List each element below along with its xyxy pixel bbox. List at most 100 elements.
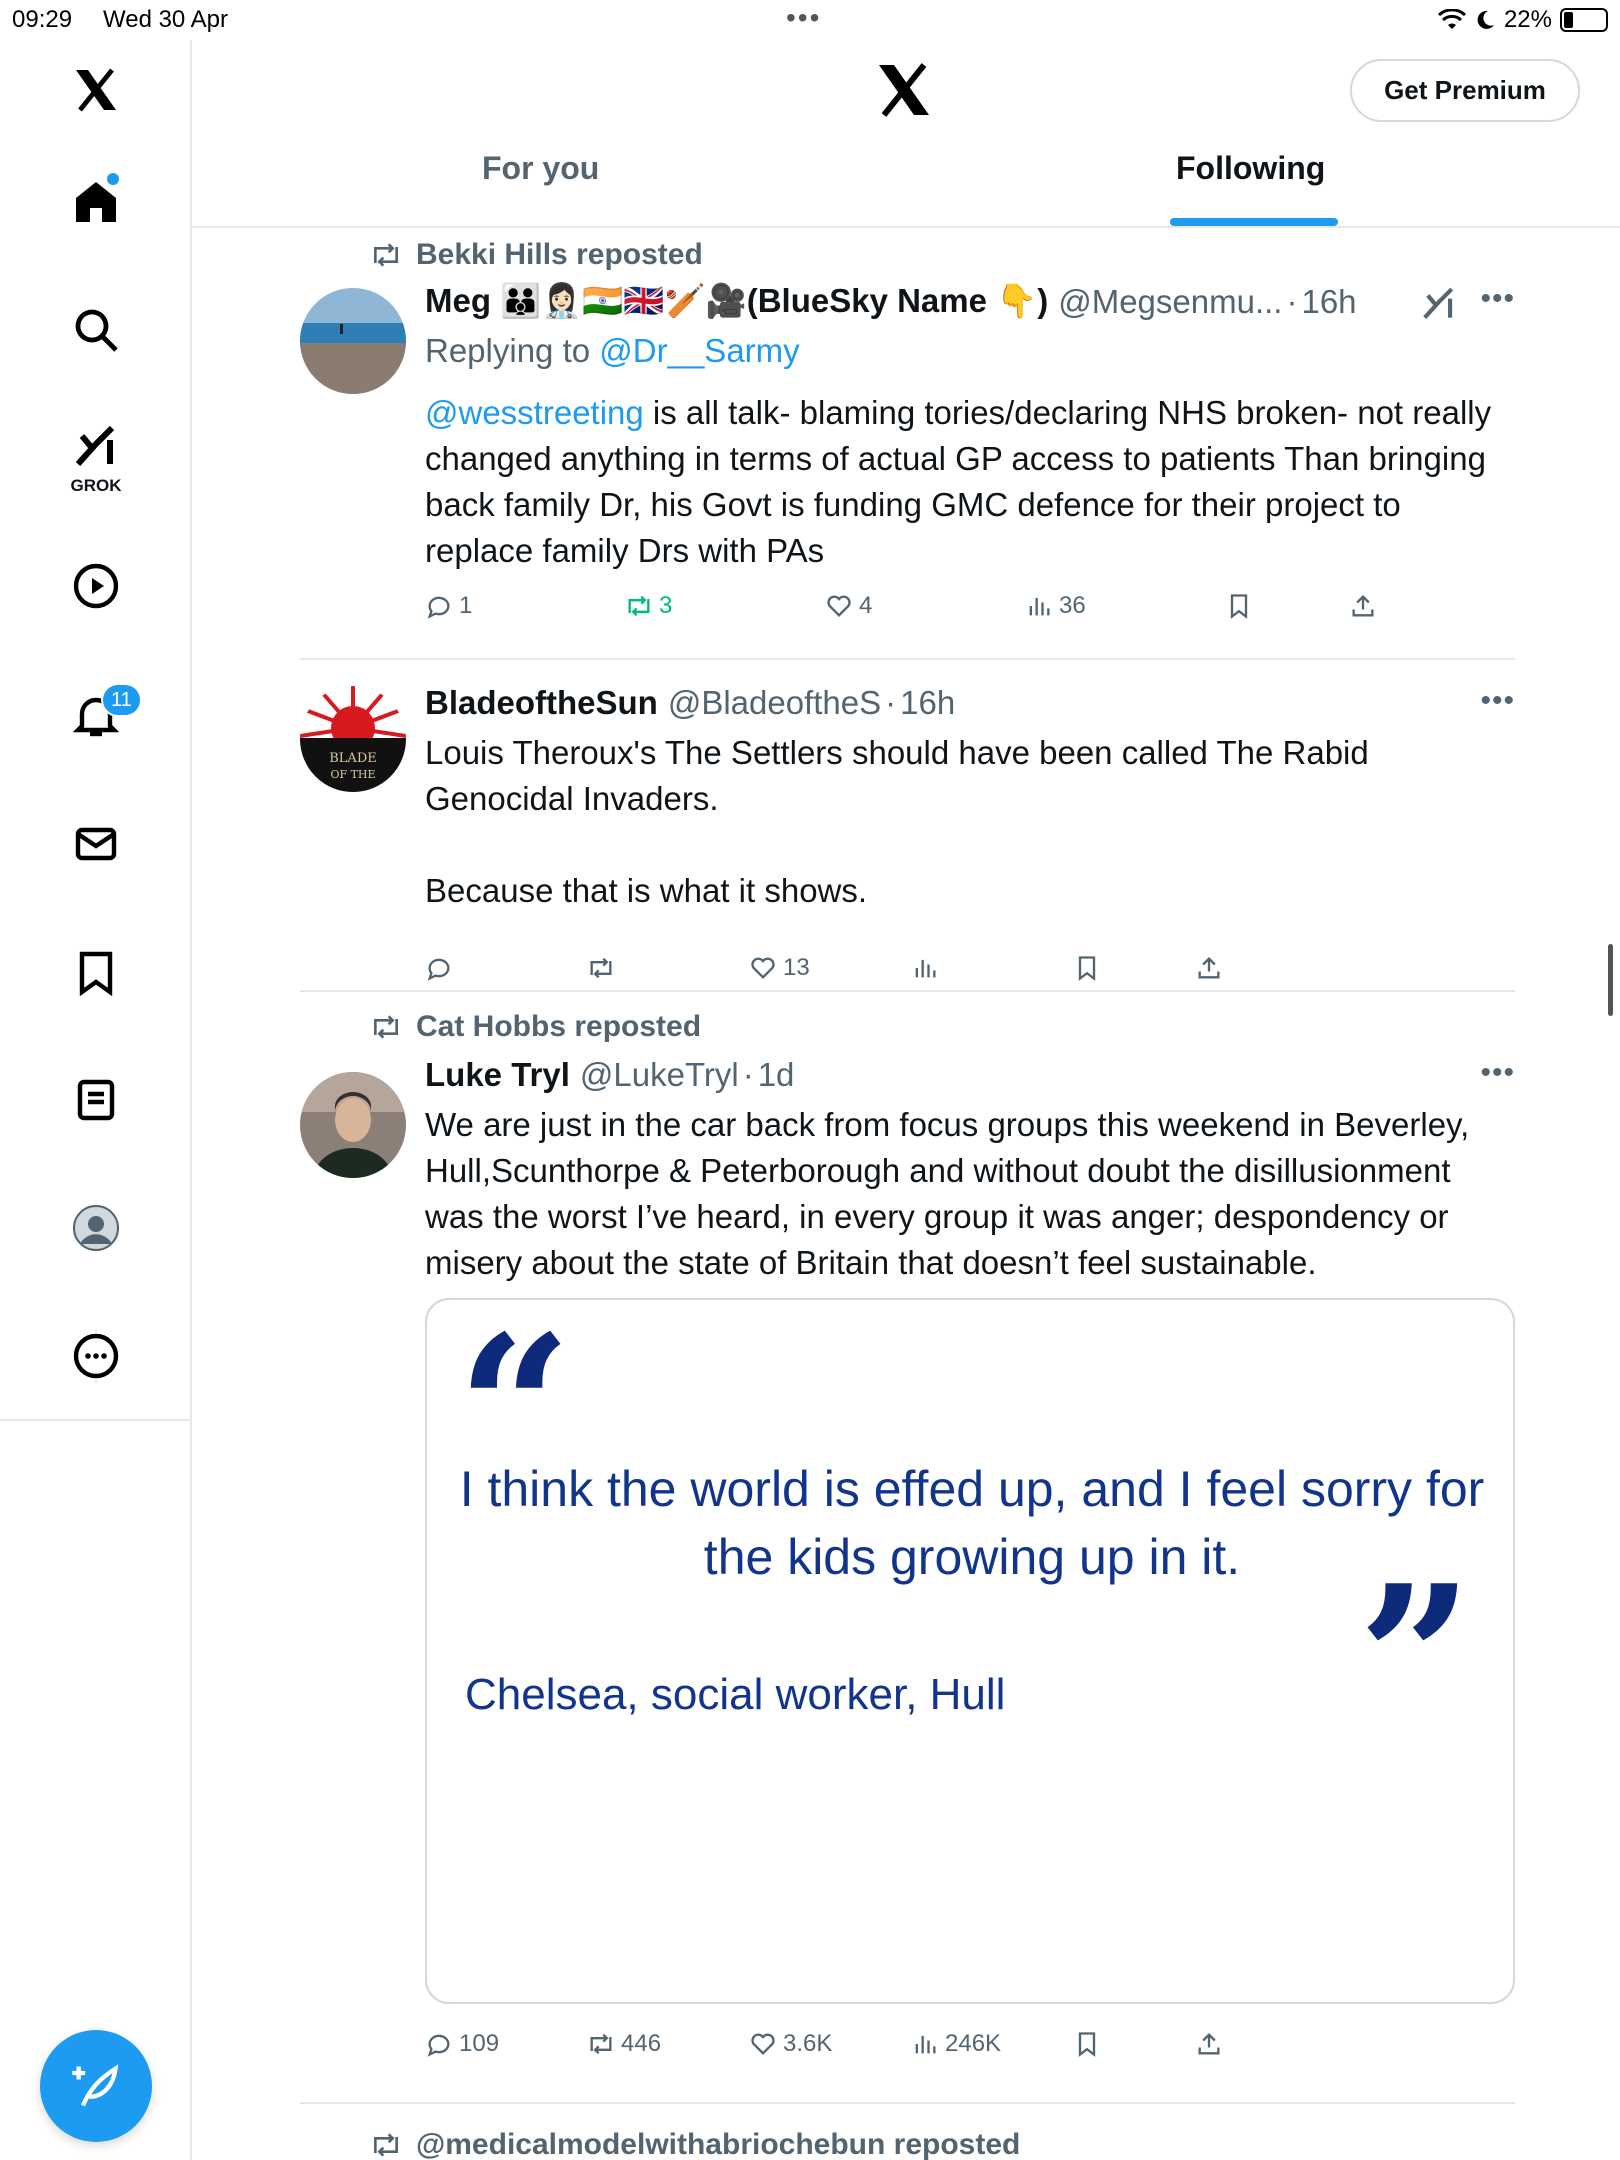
repost-button[interactable]: 446 — [587, 2030, 661, 2058]
tab-for-you[interactable]: For you — [482, 150, 599, 187]
views-button[interactable]: 246K — [911, 2030, 1001, 2058]
tweet-more-icon[interactable]: ••• — [1480, 684, 1515, 718]
tweet-time[interactable]: 1d — [758, 1056, 795, 1094]
separator-dot: · — [1286, 282, 1298, 320]
like-count: 3.6K — [783, 2030, 833, 2057]
author-handle[interactable]: @LukeTryl — [580, 1056, 739, 1094]
heart-icon — [751, 2033, 775, 2055]
sidebar-divider — [0, 1419, 192, 1421]
search-icon[interactable] — [56, 290, 136, 370]
get-premium-button[interactable]: Get Premium — [1350, 59, 1580, 122]
multitasking-dots-icon[interactable]: ••• — [786, 2, 821, 34]
like-button[interactable]: 3.6K — [749, 2030, 832, 2058]
author-name[interactable]: Meg 🧑‍🧑‍🧒👩🏻‍⚕️🇮🇳🇬🇧🏏🎥(BlueSky Name 👇) — [425, 282, 1048, 321]
timeline-header: Get Premium For you Following — [192, 40, 1620, 228]
like-count: 13 — [783, 954, 810, 981]
battery-percent: 22% — [1503, 6, 1552, 33]
tweet-text-continued: Because that is what it shows. — [425, 872, 868, 909]
video-icon[interactable] — [56, 546, 136, 626]
bookmarks-icon[interactable] — [56, 932, 136, 1012]
battery-level — [1564, 12, 1573, 28]
compose-post-button[interactable] — [40, 2030, 152, 2142]
avatar[interactable] — [300, 1072, 406, 1178]
repost-indicator: @medicalmodelwithabriochebun reposted — [370, 2128, 1020, 2160]
repost-label: Bekki Hills reposted — [416, 238, 703, 271]
more-options-icon[interactable] — [56, 1316, 136, 1396]
reply-icon — [427, 958, 450, 981]
author-handle[interactable]: @Megsenmu... — [1058, 283, 1282, 321]
tweet-header: Luke Tryl @LukeTryl · 1d — [425, 1056, 794, 1094]
tweet-time[interactable]: 16h — [1301, 283, 1356, 321]
scrollbar-thumb[interactable] — [1608, 944, 1613, 1016]
close-quote-mark: ” — [1357, 1542, 1473, 1777]
share-button[interactable] — [1195, 2030, 1223, 2058]
reply-icon — [427, 596, 450, 619]
reply-button[interactable] — [425, 954, 459, 982]
tab-following[interactable]: Following — [1176, 150, 1325, 187]
author-handle[interactable]: @BladeoftheS — [668, 684, 881, 722]
tweet-time[interactable]: 16h — [900, 684, 955, 722]
like-button[interactable]: 4 — [825, 592, 872, 620]
x-logo-icon[interactable] — [874, 60, 934, 120]
reply-count: 109 — [459, 2030, 500, 2057]
tweet-actions: 13 — [425, 954, 1425, 994]
compose-feather-icon — [72, 2064, 119, 2107]
tweet-header: BladeoftheSun @BladeoftheS · 16h — [425, 684, 955, 722]
tweet-actions: 1 3 4 36 — [425, 592, 1425, 632]
reply-button[interactable]: 1 — [425, 592, 472, 620]
bookmark-button[interactable] — [1073, 2030, 1101, 2058]
replying-to: Replying to @Dr__Sarmy — [425, 332, 800, 370]
bookmark-icon — [1078, 956, 1096, 981]
status-time: 09:29 — [12, 6, 73, 33]
wifi-icon — [1437, 9, 1466, 29]
replying-to-handle[interactable]: @Dr__Sarmy — [599, 332, 799, 369]
separator-dot: · — [742, 1056, 754, 1093]
active-tab-indicator — [1170, 218, 1338, 226]
avatar[interactable] — [300, 288, 406, 394]
tweet-actions: 109 446 3.6K 246K — [425, 2030, 1425, 2070]
bookmark-button[interactable] — [1073, 954, 1101, 982]
views-button[interactable]: 36 — [1025, 592, 1086, 620]
bookmark-icon — [1230, 594, 1248, 619]
repost-indicator: Cat Hobbs reposted — [370, 1010, 701, 1044]
messages-envelope-icon[interactable] — [56, 804, 136, 884]
author-name[interactable]: Luke Tryl — [425, 1056, 570, 1094]
tweet-text: We are just in the car back from focus g… — [425, 1106, 1470, 1281]
bookmark-button[interactable] — [1225, 592, 1253, 620]
repost-icon — [628, 595, 650, 617]
repost-icon — [590, 2033, 612, 2055]
sidebar: GROK — [0, 40, 192, 2160]
x-logo-icon[interactable] — [56, 50, 136, 130]
grok-icon[interactable] — [1420, 286, 1458, 324]
reply-icon — [427, 2034, 450, 2057]
repost-button[interactable] — [587, 954, 621, 982]
lists-icon[interactable] — [56, 1060, 136, 1140]
view-count: 36 — [1059, 592, 1086, 619]
tweet-media-image[interactable]: “ I think the world is effed up, and I f… — [425, 1298, 1515, 2004]
mention-link[interactable]: @wesstreeting — [425, 394, 644, 431]
author-name[interactable]: BladeoftheSun — [425, 684, 658, 722]
share-button[interactable] — [1349, 592, 1377, 620]
svg-text:OF THE: OF THE — [330, 768, 375, 781]
tweet-more-icon[interactable]: ••• — [1480, 1056, 1515, 1090]
repost-button[interactable]: 3 — [625, 592, 672, 620]
avatar-text: BLADE — [329, 751, 377, 766]
profile-avatar-icon[interactable] — [56, 1188, 136, 1268]
share-button[interactable] — [1195, 954, 1223, 982]
home-icon[interactable] — [56, 162, 136, 242]
quote-attribution: Chelsea, social worker, Hull — [465, 1670, 1006, 1719]
notification-count-badge: 11 — [101, 683, 142, 717]
avatar[interactable]: BLADE OF THE — [300, 686, 406, 792]
home-unread-dot — [107, 173, 119, 185]
repost-icon — [374, 243, 398, 267]
like-button[interactable]: 13 — [749, 954, 810, 982]
repost-icon — [590, 957, 612, 979]
tweet-more-icon[interactable]: ••• — [1480, 282, 1515, 316]
timeline-feed[interactable]: Bekki Hills reposted Meg 🧑‍🧑‍🧒👩🏻‍⚕️🇮🇳🇬🇧🏏… — [192, 230, 1620, 2160]
views-button[interactable] — [911, 954, 945, 982]
tweet-header: Meg 🧑‍🧑‍🧒👩🏻‍⚕️🇮🇳🇬🇧🏏🎥(BlueSky Name 👇) @Me… — [425, 282, 1357, 321]
heart-icon — [827, 595, 851, 617]
reply-button[interactable]: 109 — [425, 2030, 499, 2058]
repost-indicator: Bekki Hills reposted — [370, 238, 703, 272]
heart-icon — [751, 957, 775, 979]
